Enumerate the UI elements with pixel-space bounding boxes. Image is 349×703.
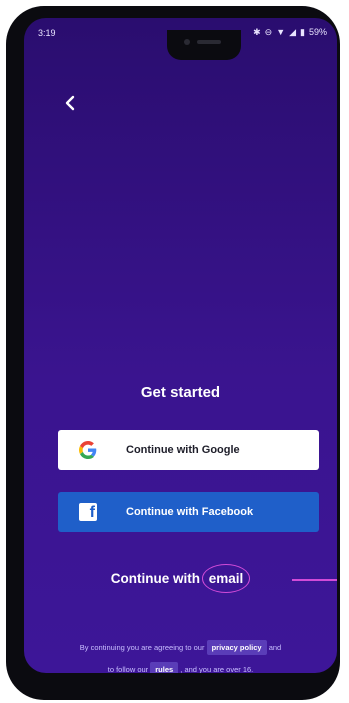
speaker-grille (197, 40, 221, 44)
rules-link[interactable]: rules (150, 662, 179, 673)
legal-line-2: to follow our rules , and you are over 1… (36, 659, 325, 673)
google-icon-wrap (58, 441, 118, 459)
legal-line2-suffix: , and you are over 16. (180, 665, 254, 673)
legal-line1-suffix: and (268, 643, 282, 652)
sync-icon: ⊖ (264, 27, 273, 37)
battery-icon: ▮ (300, 27, 305, 37)
app-screen: 3:19 ✱ ⊖ ▼ ◢ ▮ 59% Get started Continue … (24, 18, 337, 673)
email-link-prefix: Continue with (110, 571, 200, 586)
continue-with-facebook-button[interactable]: f Continue with Facebook (58, 492, 319, 532)
wifi-icon: ▼ (276, 27, 286, 37)
facebook-button-label: Continue with Facebook (126, 506, 254, 518)
back-button[interactable] (58, 91, 82, 115)
legal-line-1: By continuing you are agreeing to our pr… (36, 637, 325, 659)
legal-line1-prefix: By continuing you are agreeing to our (79, 643, 205, 652)
email-link-text: email (208, 571, 244, 586)
continue-with-email-link[interactable]: Continue with email (24, 564, 337, 593)
bluetooth-icon: ✱ (253, 27, 261, 37)
continue-with-google-button[interactable]: Continue with Google (58, 430, 319, 470)
phone-frame: 3:19 ✱ ⊖ ▼ ◢ ▮ 59% Get started Continue … (6, 6, 340, 700)
battery-percent: 59% (308, 27, 327, 37)
front-camera-icon (184, 39, 190, 45)
google-g-icon (79, 441, 97, 459)
facebook-f-icon: f (79, 503, 97, 521)
camera-notch (167, 30, 241, 60)
privacy-policy-link[interactable]: privacy policy (206, 640, 267, 655)
chevron-left-icon (65, 95, 75, 111)
google-button-label: Continue with Google (126, 444, 240, 456)
page-title: Get started (140, 384, 221, 401)
legal-notice: By continuing you are agreeing to our pr… (36, 637, 325, 673)
annotation-pointer-line (292, 579, 337, 581)
facebook-icon-wrap: f (58, 503, 118, 521)
status-time: 3:19 (38, 28, 56, 38)
status-icons: ✱ ⊖ ▼ ◢ ▮ 59% (253, 27, 327, 37)
legal-line2-prefix: to follow our (107, 665, 149, 673)
email-link-highlight[interactable]: email (201, 564, 251, 593)
signal-icon: ◢ (289, 27, 297, 37)
